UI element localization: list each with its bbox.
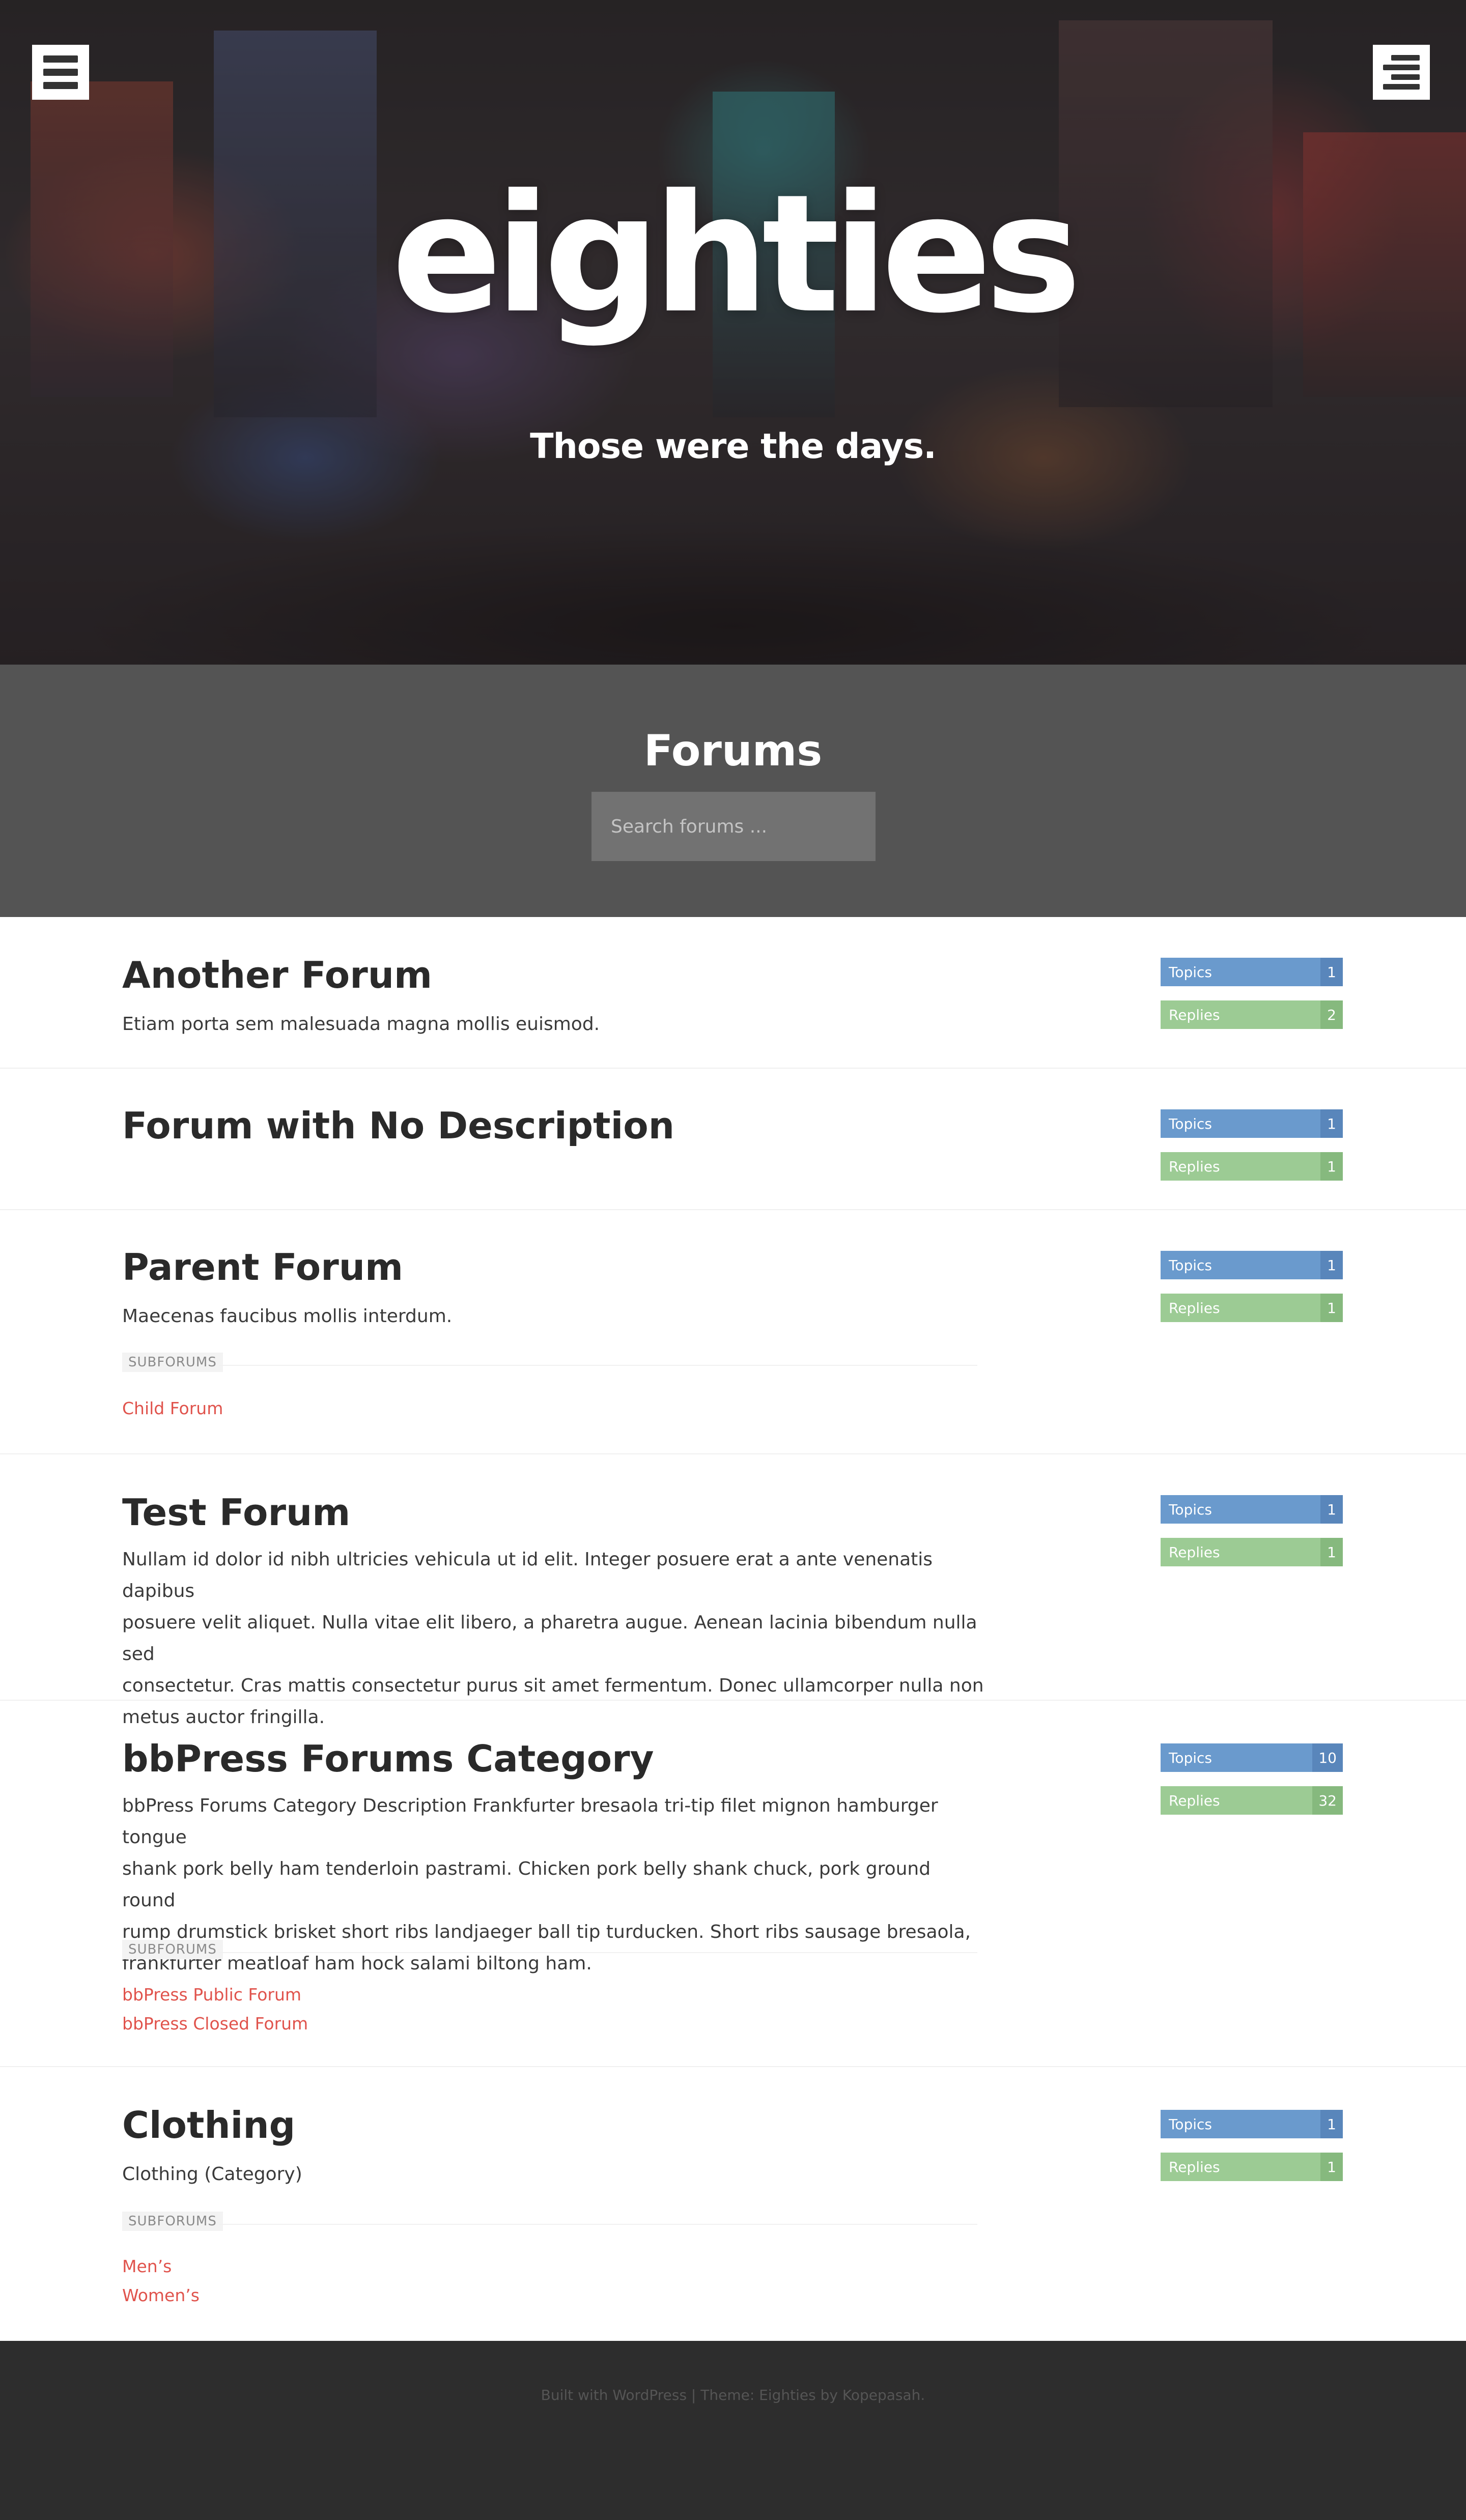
menu-bar — [1391, 55, 1420, 61]
subforums-label: SUBFORUMS — [122, 1353, 223, 1372]
search-input[interactable] — [591, 792, 876, 861]
page-title: Forums — [643, 726, 823, 776]
replies-value: 1 — [1320, 1294, 1343, 1322]
forum-description: bbPress Forums Category Description Fran… — [122, 1790, 988, 1980]
topics-value: 10 — [1312, 1743, 1343, 1772]
topics-label: Topics — [1169, 963, 1213, 981]
forum-title[interactable]: Forum with No Description — [122, 1107, 674, 1144]
description-line: Nullam id dolor id nibh ultricies vehicu… — [122, 1549, 933, 1601]
menu-bar — [43, 55, 78, 63]
site-tagline: Those were the days. — [530, 426, 937, 467]
menu-bar — [43, 82, 78, 89]
replies-count[interactable]: Replies 1 — [1161, 2153, 1343, 2181]
subforums-divider — [219, 2224, 977, 2225]
forum-title[interactable]: Clothing — [122, 2107, 295, 2143]
replies-count[interactable]: Replies 32 — [1161, 1786, 1343, 1815]
topics-value: 1 — [1320, 1251, 1343, 1279]
topics-value: 1 — [1320, 1495, 1343, 1524]
menu-bar — [43, 69, 78, 76]
topics-count[interactable]: Topics 1 — [1161, 1109, 1343, 1138]
subforum-link[interactable]: bbPress Closed Forum — [122, 2014, 308, 2034]
subforums-divider — [219, 1952, 977, 1953]
subforum-link[interactable]: Child Forum — [122, 1398, 223, 1418]
subforums-label: SUBFORUMS — [122, 2212, 223, 2231]
topics-label: Topics — [1169, 1115, 1213, 1132]
topics-label: Topics — [1169, 1749, 1213, 1766]
topics-count[interactable]: Topics 1 — [1161, 1495, 1343, 1524]
replies-value: 1 — [1320, 1538, 1343, 1566]
description-line: consectetur. Cras mattis consectetur pur… — [122, 1675, 984, 1696]
replies-label: Replies — [1169, 2158, 1220, 2175]
menu-bar — [1391, 74, 1420, 80]
forum-description: Maecenas faucibus mollis interdum. — [122, 1306, 453, 1327]
replies-label: Replies — [1169, 1792, 1220, 1809]
site-title[interactable]: eighties — [0, 173, 1466, 336]
description-line: shank pork belly ham tenderloin pastrami… — [122, 1858, 931, 1911]
menu-bar — [1383, 84, 1420, 90]
replies-count[interactable]: Replies 1 — [1161, 1152, 1343, 1181]
topics-value: 1 — [1320, 2110, 1343, 2138]
forum-row: Another Forum Etiam porta sem malesuada … — [0, 917, 1466, 1069]
topics-label: Topics — [1169, 1256, 1213, 1274]
forum-description: Etiam porta sem malesuada magna mollis e… — [122, 1014, 600, 1035]
topics-label: Topics — [1169, 2115, 1213, 2133]
subforum-link[interactable]: bbPress Public Forum — [122, 1985, 301, 2004]
sidebar-menu-icon[interactable] — [1373, 45, 1430, 100]
forums-header: Forums — [0, 665, 1466, 917]
forum-row: Parent Forum Maecenas faucibus mollis in… — [0, 1210, 1466, 1454]
replies-count[interactable]: Replies 2 — [1161, 1000, 1343, 1029]
replies-label: Replies — [1169, 1006, 1220, 1023]
forum-row: Test Forum Nullam id dolor id nibh ultri… — [0, 1454, 1466, 1728]
hamburger-menu-icon[interactable] — [32, 45, 89, 100]
topics-label: Topics — [1169, 1501, 1213, 1518]
replies-value: 1 — [1320, 2153, 1343, 2181]
replies-value: 32 — [1312, 1786, 1343, 1815]
replies-value: 2 — [1320, 1000, 1343, 1029]
replies-count[interactable]: Replies 1 — [1161, 1294, 1343, 1322]
forum-title[interactable]: Parent Forum — [122, 1249, 403, 1285]
replies-label: Replies — [1169, 1299, 1220, 1316]
forum-description: Clothing (Category) — [122, 2164, 302, 2185]
subforum-link[interactable]: Women’s — [122, 2285, 200, 2305]
description-line: posuere velit aliquet. Nulla vitae elit … — [122, 1612, 977, 1665]
topics-count[interactable]: Topics 1 — [1161, 958, 1343, 986]
subforum-link[interactable]: Men’s — [122, 2256, 172, 2276]
topics-value: 1 — [1320, 958, 1343, 986]
topics-count[interactable]: Topics 1 — [1161, 2110, 1343, 2138]
replies-count[interactable]: Replies 1 — [1161, 1538, 1343, 1566]
subforums-label: SUBFORUMS — [122, 1940, 223, 1959]
description-line: bbPress Forums Category Description Fran… — [122, 1795, 938, 1848]
subforums-divider — [219, 1365, 977, 1366]
menu-bar — [1383, 65, 1420, 70]
forum-row: Forum with No Description Topics 1 Repli… — [0, 1069, 1466, 1210]
topics-count[interactable]: Topics 1 — [1161, 1251, 1343, 1279]
forum-row: bbPress Forums Category bbPress Forums C… — [0, 1701, 1466, 2067]
forum-row: Clothing Clothing (Category) SUBFORUMS M… — [0, 2067, 1466, 2341]
topics-value: 1 — [1320, 1109, 1343, 1138]
hero-header: eighties Those were the days. — [0, 0, 1466, 665]
replies-label: Replies — [1169, 1158, 1220, 1175]
site-footer: Built with WordPress | Theme: Eighties b… — [0, 2341, 1466, 2520]
topics-count[interactable]: Topics 10 — [1161, 1743, 1343, 1772]
forum-title[interactable]: Test Forum — [122, 1494, 350, 1531]
footer-credits: Built with WordPress | Theme: Eighties b… — [541, 2387, 925, 2403]
description-line: rump drumstick brisket short ribs landja… — [122, 1922, 971, 1942]
replies-label: Replies — [1169, 1543, 1220, 1561]
forum-title[interactable]: Another Forum — [122, 957, 432, 993]
forum-title[interactable]: bbPress Forums Category — [122, 1740, 654, 1777]
replies-value: 1 — [1320, 1152, 1343, 1181]
